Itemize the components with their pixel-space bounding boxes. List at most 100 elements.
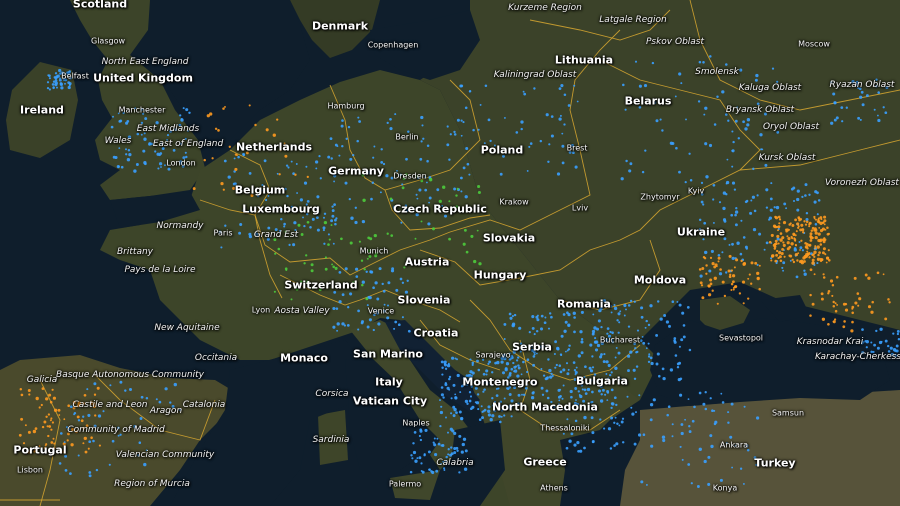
observation-dot xyxy=(179,142,183,145)
observation-dot xyxy=(455,411,458,414)
observation-dot xyxy=(702,402,706,406)
observation-dot xyxy=(858,87,862,91)
observation-dot xyxy=(821,227,826,231)
observation-dot xyxy=(92,439,95,443)
observation-dot xyxy=(468,374,472,378)
observation-dot xyxy=(154,150,157,153)
observation-dot xyxy=(267,226,271,230)
observation-dot xyxy=(222,107,225,110)
observation-dot xyxy=(792,186,796,190)
observation-dot xyxy=(442,396,445,399)
observation-dot xyxy=(428,468,431,471)
observation-dot xyxy=(357,328,360,331)
observation-dot xyxy=(573,84,576,87)
observation-dot xyxy=(808,256,811,259)
observation-dot xyxy=(606,391,610,394)
observation-dot xyxy=(67,404,71,408)
observation-dot xyxy=(334,222,337,226)
observation-dot xyxy=(522,90,525,93)
observation-dot xyxy=(387,304,389,307)
observation-dot xyxy=(526,370,529,374)
observation-dot xyxy=(227,175,231,179)
observation-dot xyxy=(434,453,438,457)
observation-dot xyxy=(575,399,577,401)
observation-dot xyxy=(444,460,448,463)
observation-dot xyxy=(371,181,375,185)
observation-dot xyxy=(283,222,286,226)
observation-dot xyxy=(352,153,355,157)
observation-dot xyxy=(72,400,77,405)
observation-dot xyxy=(416,197,419,200)
observation-dot xyxy=(656,300,660,303)
observation-dot xyxy=(93,424,97,428)
observation-dot xyxy=(158,162,163,166)
observation-dot xyxy=(730,213,734,217)
observation-dot xyxy=(341,293,345,297)
observation-dot xyxy=(448,237,452,241)
observation-dot xyxy=(588,366,592,370)
observation-dot xyxy=(796,222,800,226)
observation-dot xyxy=(443,214,448,218)
observation-dot xyxy=(675,146,678,150)
observation-dot xyxy=(302,216,304,219)
observation-dot xyxy=(276,172,279,175)
observation-dot xyxy=(809,235,813,238)
observation-dot xyxy=(884,339,888,343)
observation-dot xyxy=(440,360,444,364)
observation-dot xyxy=(877,91,880,94)
observation-dot xyxy=(541,393,545,396)
observation-dot xyxy=(84,450,88,454)
observation-dot xyxy=(164,164,166,167)
observation-dot xyxy=(809,314,812,317)
observation-dot xyxy=(876,346,880,350)
observation-dot xyxy=(576,100,579,103)
observation-dot xyxy=(336,329,339,332)
observation-dot xyxy=(854,301,858,305)
observation-dot xyxy=(38,406,41,409)
map-canvas[interactable]: Scotland Denmark United Kingdom Lithuani… xyxy=(0,0,900,506)
observation-dot xyxy=(68,428,71,431)
observation-dot xyxy=(44,444,47,447)
observation-dot xyxy=(823,223,826,226)
observation-dot xyxy=(725,182,728,185)
observation-dot xyxy=(530,380,534,384)
observation-dot xyxy=(517,379,520,382)
observation-dot xyxy=(684,180,687,184)
observation-dot xyxy=(493,144,496,147)
observation-dot xyxy=(620,420,624,424)
observation-dot xyxy=(832,300,835,304)
observation-dot xyxy=(498,381,501,384)
observation-dot xyxy=(640,306,644,310)
observation-dot xyxy=(768,240,772,244)
observation-dot xyxy=(644,326,647,329)
observation-dot xyxy=(381,282,384,286)
observation-dot xyxy=(596,343,601,348)
map-base-layer xyxy=(0,0,900,506)
observation-dot xyxy=(662,438,666,443)
observation-dot xyxy=(549,375,553,379)
observation-dot xyxy=(354,206,357,209)
observation-dot xyxy=(366,304,369,307)
observation-dot xyxy=(278,173,281,176)
observation-dot xyxy=(139,417,143,420)
observation-dot xyxy=(349,157,353,161)
observation-dot xyxy=(751,195,756,199)
observation-dot xyxy=(817,199,821,202)
observation-dot xyxy=(436,437,439,440)
observation-dot xyxy=(116,165,120,169)
observation-dot xyxy=(134,107,137,110)
observation-dot xyxy=(164,387,168,391)
observation-dot xyxy=(316,195,320,199)
observation-dot xyxy=(873,108,876,111)
observation-dot xyxy=(567,104,571,107)
observation-dot xyxy=(465,382,469,386)
observation-dot xyxy=(733,188,737,191)
observation-dot xyxy=(557,403,560,406)
observation-dot xyxy=(462,166,466,170)
observation-dot xyxy=(604,393,607,396)
observation-dot xyxy=(323,220,328,225)
observation-dot xyxy=(33,450,36,453)
observation-dot xyxy=(857,116,861,120)
observation-dot xyxy=(681,311,685,315)
observation-dot xyxy=(826,226,829,230)
